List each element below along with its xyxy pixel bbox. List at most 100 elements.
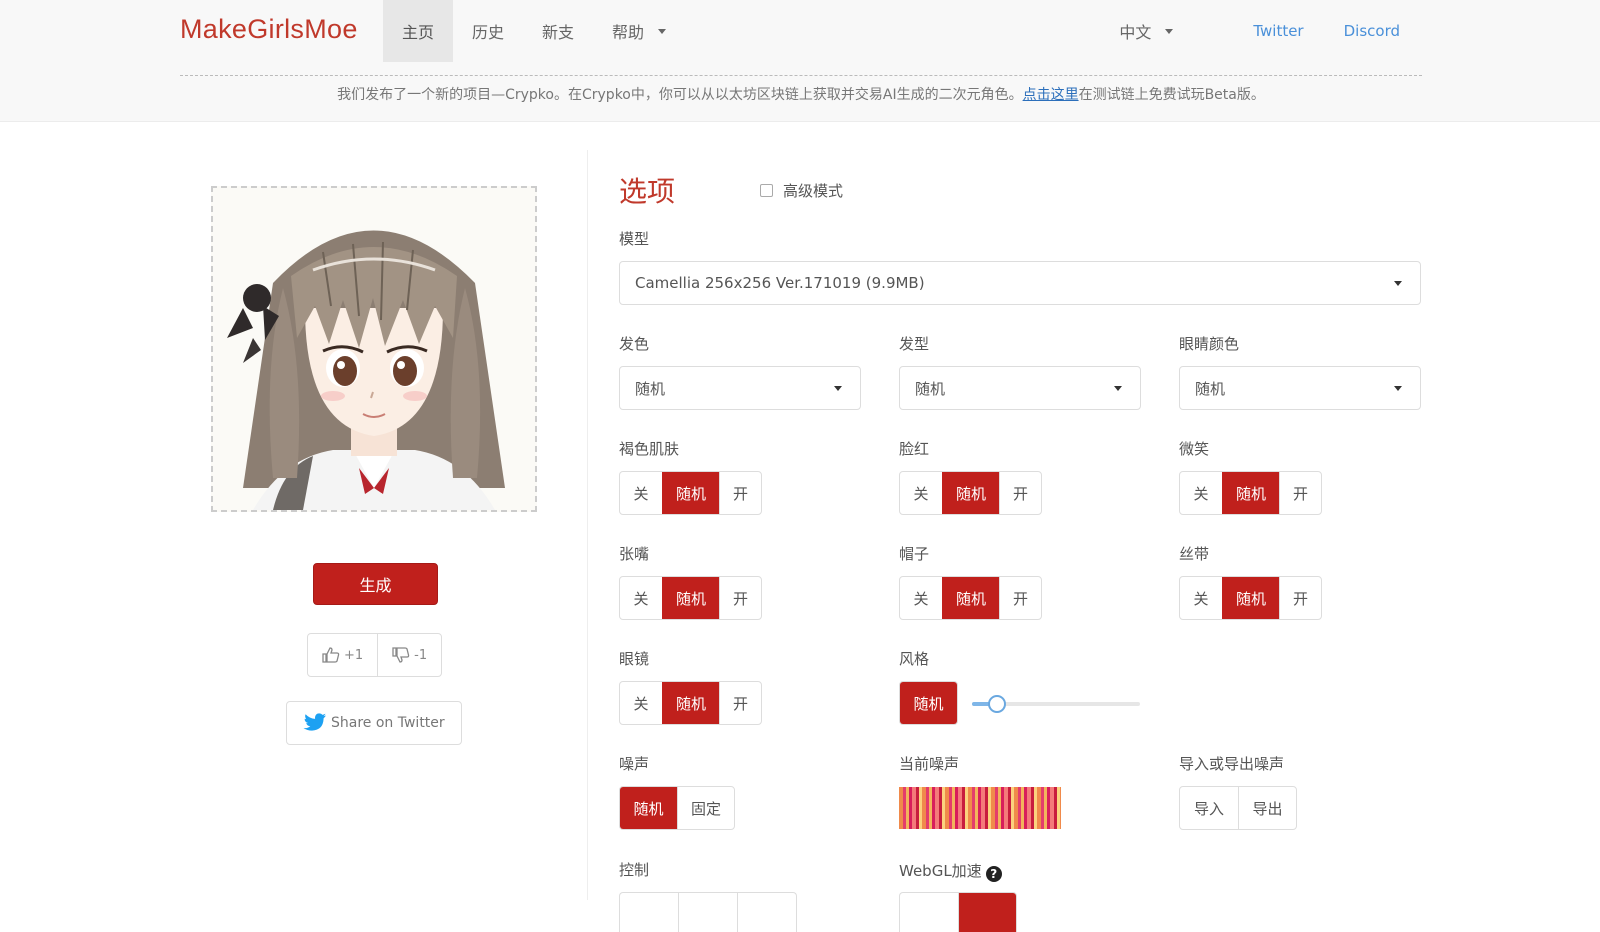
hair-style-label: 发型 (899, 335, 930, 353)
hair-color-select[interactable]: 随机 (619, 366, 861, 410)
dark-skin-toggle: 关 随机 开 (619, 471, 762, 515)
toggle-random-button[interactable]: 随机 (662, 472, 719, 514)
twitter-bird-icon (303, 713, 326, 731)
toggle-on-button[interactable]: 开 (999, 577, 1041, 619)
toggle-off-button[interactable]: 关 (620, 472, 662, 514)
announcement-text: 我们发布了一个新的项目—Crypko。在Crypko中，你可以从以太坊区块链上获… (337, 87, 1023, 103)
toggle-on-button[interactable]: 开 (719, 472, 761, 514)
eye-color-label: 眼睛颜色 (1179, 335, 1240, 353)
model-select[interactable]: Camellia 256x256 Ver.171019 (9.9MB) (619, 261, 1421, 305)
nav-item-home[interactable]: 主页 (383, 0, 454, 62)
control-button[interactable] (678, 893, 736, 932)
nav-item-label: 主页 (402, 23, 435, 42)
question-icon[interactable]: ? (985, 866, 1002, 882)
toggle-random-button[interactable]: 随机 (662, 577, 719, 619)
toggle-on-button[interactable]: 开 (999, 472, 1041, 514)
nav-item-help-dropdown[interactable]: 帮助 (593, 0, 685, 62)
import-export-noise-label: 导入或导出噪声 (1179, 755, 1285, 773)
smile-label: 微笑 (1179, 440, 1210, 458)
share-on-twitter-button[interactable]: Share on Twitter (286, 701, 462, 745)
toggle-random-button[interactable]: 随机 (942, 472, 999, 514)
model-label: 模型 (619, 230, 650, 248)
advanced-mode-checkbox[interactable] (760, 184, 773, 197)
nav-item-label: 帮助 (612, 23, 645, 42)
generate-button[interactable]: 生成 (313, 563, 438, 605)
discord-link[interactable]: Discord (1344, 22, 1400, 40)
glasses-toggle: 关 随机 开 (619, 681, 762, 725)
downvote-button[interactable]: -1 (377, 634, 441, 676)
hair-style-value: 随机 (915, 379, 946, 398)
hair-style-select[interactable]: 随机 (899, 366, 1141, 410)
twitter-link[interactable]: Twitter (1253, 22, 1303, 40)
toggle-off-button[interactable]: 关 (620, 577, 662, 619)
import-noise-button[interactable]: 导入 (1180, 787, 1238, 829)
current-noise-visualization (899, 787, 1061, 829)
chevron-down-icon (834, 386, 842, 391)
export-noise-button[interactable]: 导出 (1238, 787, 1296, 829)
style-slider[interactable] (972, 695, 1140, 713)
language-dropdown[interactable]: 中文 (1119, 19, 1174, 43)
nav-item-news[interactable]: 新支 (523, 0, 593, 62)
toggle-off-button[interactable]: 关 (900, 472, 942, 514)
toggle-on-button[interactable]: 开 (1279, 577, 1321, 619)
thumbs-down-icon (392, 647, 410, 663)
top-navbar: MakeGirlsMoe 主页 历史 新支 帮助 中文 Twitter Disc… (0, 0, 1600, 122)
ribbon-toggle: 关 随机 开 (1179, 576, 1322, 620)
current-noise-label: 当前噪声 (899, 755, 960, 773)
column-divider (587, 150, 588, 900)
blush-label: 脸红 (899, 440, 930, 458)
toggle-random-button[interactable]: 随机 (942, 577, 999, 619)
downvote-count: -1 (414, 647, 428, 663)
thumbs-up-icon (322, 647, 340, 663)
toggle-on-button[interactable]: 开 (719, 682, 761, 724)
control-button[interactable] (620, 893, 678, 932)
nav-item-label: 新支 (542, 23, 575, 42)
nav-item-label: 历史 (472, 23, 505, 42)
generated-character-image (211, 186, 537, 512)
brand-logo[interactable]: MakeGirlsMoe (180, 14, 358, 45)
webgl-acceleration-label: WebGL加速? (899, 860, 1002, 882)
toggle-random-button[interactable]: 随机 (1222, 472, 1279, 514)
style-random-toggle: 随机 (899, 681, 958, 725)
chevron-down-icon (1114, 386, 1122, 391)
blush-toggle: 关 随机 开 (899, 471, 1042, 515)
toggle-random-button[interactable]: 随机 (1222, 577, 1279, 619)
chevron-down-icon (1165, 28, 1174, 34)
toggle-random-button[interactable]: 随机 (662, 682, 719, 724)
webgl-off-button[interactable] (900, 893, 958, 932)
announcement-tail: 在测试链上免费试玩Beta版。 (1078, 87, 1265, 103)
toggle-off-button[interactable]: 关 (900, 577, 942, 619)
advanced-mode-toggle[interactable]: 高级模式 (760, 180, 843, 201)
nav-item-history[interactable]: 历史 (453, 0, 523, 62)
webgl-toggle (899, 892, 1017, 932)
chevron-down-icon (1394, 281, 1402, 286)
style-random-button[interactable]: 随机 (900, 682, 957, 724)
open-mouth-toggle: 关 随机 开 (619, 576, 762, 620)
advanced-mode-label: 高级模式 (783, 182, 844, 200)
chevron-down-icon (658, 28, 667, 34)
chevron-down-icon (1394, 386, 1402, 391)
import-export-group: 导入 导出 (1179, 786, 1297, 830)
generate-button-label: 生成 (359, 576, 392, 595)
toggle-on-button[interactable]: 开 (719, 577, 761, 619)
noise-label: 噪声 (619, 755, 650, 773)
control-button[interactable] (736, 893, 796, 932)
control-button-group (619, 892, 797, 932)
control-label: 控制 (619, 861, 650, 879)
noise-random-button[interactable]: 随机 (620, 787, 677, 829)
toggle-off-button[interactable]: 关 (1180, 577, 1222, 619)
toggle-on-button[interactable]: 开 (1279, 472, 1321, 514)
eye-color-select[interactable]: 随机 (1179, 366, 1421, 410)
dark-skin-label: 褐色肌肤 (619, 440, 680, 458)
main-nav: 主页 历史 新支 帮助 (383, 0, 685, 62)
upvote-button[interactable]: +1 (308, 634, 377, 676)
model-select-value: Camellia 256x256 Ver.171019 (9.9MB) (635, 274, 925, 292)
announcement-link[interactable]: 点击这里 (1023, 87, 1079, 103)
webgl-on-button[interactable] (957, 893, 1016, 932)
upvote-count: +1 (344, 647, 364, 663)
style-slider-handle[interactable] (988, 695, 1007, 713)
noise-fixed-button[interactable]: 固定 (677, 787, 734, 829)
vote-button-group: +1 -1 (307, 633, 443, 677)
toggle-off-button[interactable]: 关 (1180, 472, 1222, 514)
toggle-off-button[interactable]: 关 (620, 682, 662, 724)
